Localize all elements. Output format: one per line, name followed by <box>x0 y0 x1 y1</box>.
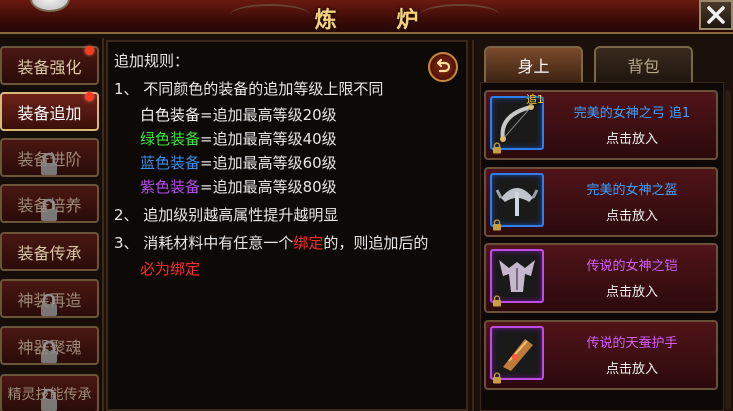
rule-white: 白色装备=追加最高等级20级 <box>140 104 337 125</box>
list-item[interactable]: 追1 完美的女神之弓 追1 点击放入 <box>484 90 718 160</box>
white-equip-label: 白色装备 <box>140 106 201 124</box>
sidebar-item-equip-enhance[interactable]: 装备强化 <box>0 46 99 85</box>
scrollbar[interactable] <box>725 90 731 410</box>
rule-line-4: 必为绑定 <box>140 260 201 278</box>
put-in-button[interactable]: 点击放入 <box>548 205 716 224</box>
equipment-panel: 身上 背包 追1 完美的女神之弓 追1 点击放入 完美的女神之盔 点击放入 传说… <box>472 40 733 411</box>
rules-heading: 追加规则： <box>114 52 190 70</box>
purple-equip-label: 紫色装备 <box>140 178 201 196</box>
sidebar-item-equip-inherit[interactable]: 装备传承 <box>0 232 99 271</box>
lock-icon <box>493 219 501 231</box>
close-button[interactable] <box>699 0 733 30</box>
sidebar-item-label: 装备强化 <box>17 57 82 77</box>
lock-icon <box>493 295 501 307</box>
close-icon <box>707 6 725 24</box>
blue-equip-label: 蓝色装备 <box>140 154 201 172</box>
sidebar: 装备强化 装备追加 装备进阶 装备培养 装备传承 神装再造 神器聚魂 精灵技能传… <box>0 38 104 411</box>
sidebar-item-label: 装备传承 <box>17 243 82 263</box>
window-title: 炼 炉 <box>314 8 445 33</box>
title-bar: 炼 炉 <box>0 0 733 34</box>
item-name: 完美的女神之弓 追1 <box>573 106 691 121</box>
rule-line-3: 3、 消耗材料中有任意一个绑定的，则追加后的 <box>114 232 428 253</box>
lock-icon <box>41 293 57 316</box>
rule-blue: 蓝色装备=追加最高等级60级 <box>140 152 337 173</box>
sidebar-item-equip-advance[interactable]: 装备进阶 <box>0 138 99 177</box>
purple-equip-limit: =追加最高等级80级 <box>200 178 337 196</box>
lock-icon <box>493 372 501 384</box>
notification-dot <box>85 46 94 55</box>
rule-line-3-pre: 3、 消耗材料中有任意一个 <box>114 234 294 252</box>
tab-body[interactable]: 身上 <box>484 46 583 82</box>
return-arrow-icon <box>436 58 451 73</box>
white-equip-limit: =追加最高等级20级 <box>200 106 337 124</box>
rules-panel: 追加规则： 1、 不同颜色的装备的追加等级上限不同 白色装备=追加最高等级20级… <box>106 40 468 411</box>
green-equip-label: 绿色装备 <box>140 130 201 148</box>
item-name: 完美的女神之盔 <box>586 183 678 198</box>
lock-icon <box>41 198 57 221</box>
lock-icon <box>41 340 57 363</box>
lock-icon <box>41 388 57 411</box>
sidebar-item-equip-train[interactable]: 装备培养 <box>0 184 99 223</box>
lock-icon <box>41 152 57 175</box>
back-button[interactable] <box>428 52 458 82</box>
list-item[interactable]: 完美的女神之盔 点击放入 <box>484 167 718 237</box>
put-in-button[interactable]: 点击放入 <box>548 128 716 147</box>
sidebar-item-label: 装备追加 <box>17 103 82 123</box>
list-item[interactable]: 传说的天蚕护手 点击放入 <box>484 320 718 390</box>
notification-dot <box>85 92 94 101</box>
lock-icon <box>493 142 501 154</box>
bound-keyword: 绑定 <box>293 234 324 252</box>
put-in-button[interactable]: 点击放入 <box>548 358 716 377</box>
blue-equip-limit: =追加最高等级60级 <box>200 154 337 172</box>
rule-line-3-post: 的，则追加后的 <box>323 234 429 252</box>
rule-green: 绿色装备=追加最高等级40级 <box>140 128 337 149</box>
sidebar-item-artifact-soul[interactable]: 神器聚魂 <box>0 326 99 365</box>
tab-bag[interactable]: 背包 <box>594 46 693 82</box>
item-name: 传说的天蚕护手 <box>586 336 678 351</box>
rule-line-2: 2、 追加级别越高属性提升越明显 <box>114 206 339 224</box>
rule-line-1: 1、 不同颜色的装备的追加等级上限不同 <box>114 80 384 98</box>
rule-purple: 紫色装备=追加最高等级80级 <box>140 176 337 197</box>
put-in-button[interactable]: 点击放入 <box>548 281 716 300</box>
sidebar-item-spirit-skill[interactable]: 精灵技能传承 <box>0 374 99 411</box>
list-item[interactable]: 传说的女神之铠 点击放入 <box>484 243 718 313</box>
green-equip-limit: =追加最高等级40级 <box>200 130 337 148</box>
item-name: 传说的女神之铠 <box>586 259 678 274</box>
append-badge: 追1 <box>526 93 544 106</box>
sidebar-item-divine-remake[interactable]: 神装再造 <box>0 279 99 318</box>
sidebar-item-equip-append[interactable]: 装备追加 <box>0 92 99 131</box>
